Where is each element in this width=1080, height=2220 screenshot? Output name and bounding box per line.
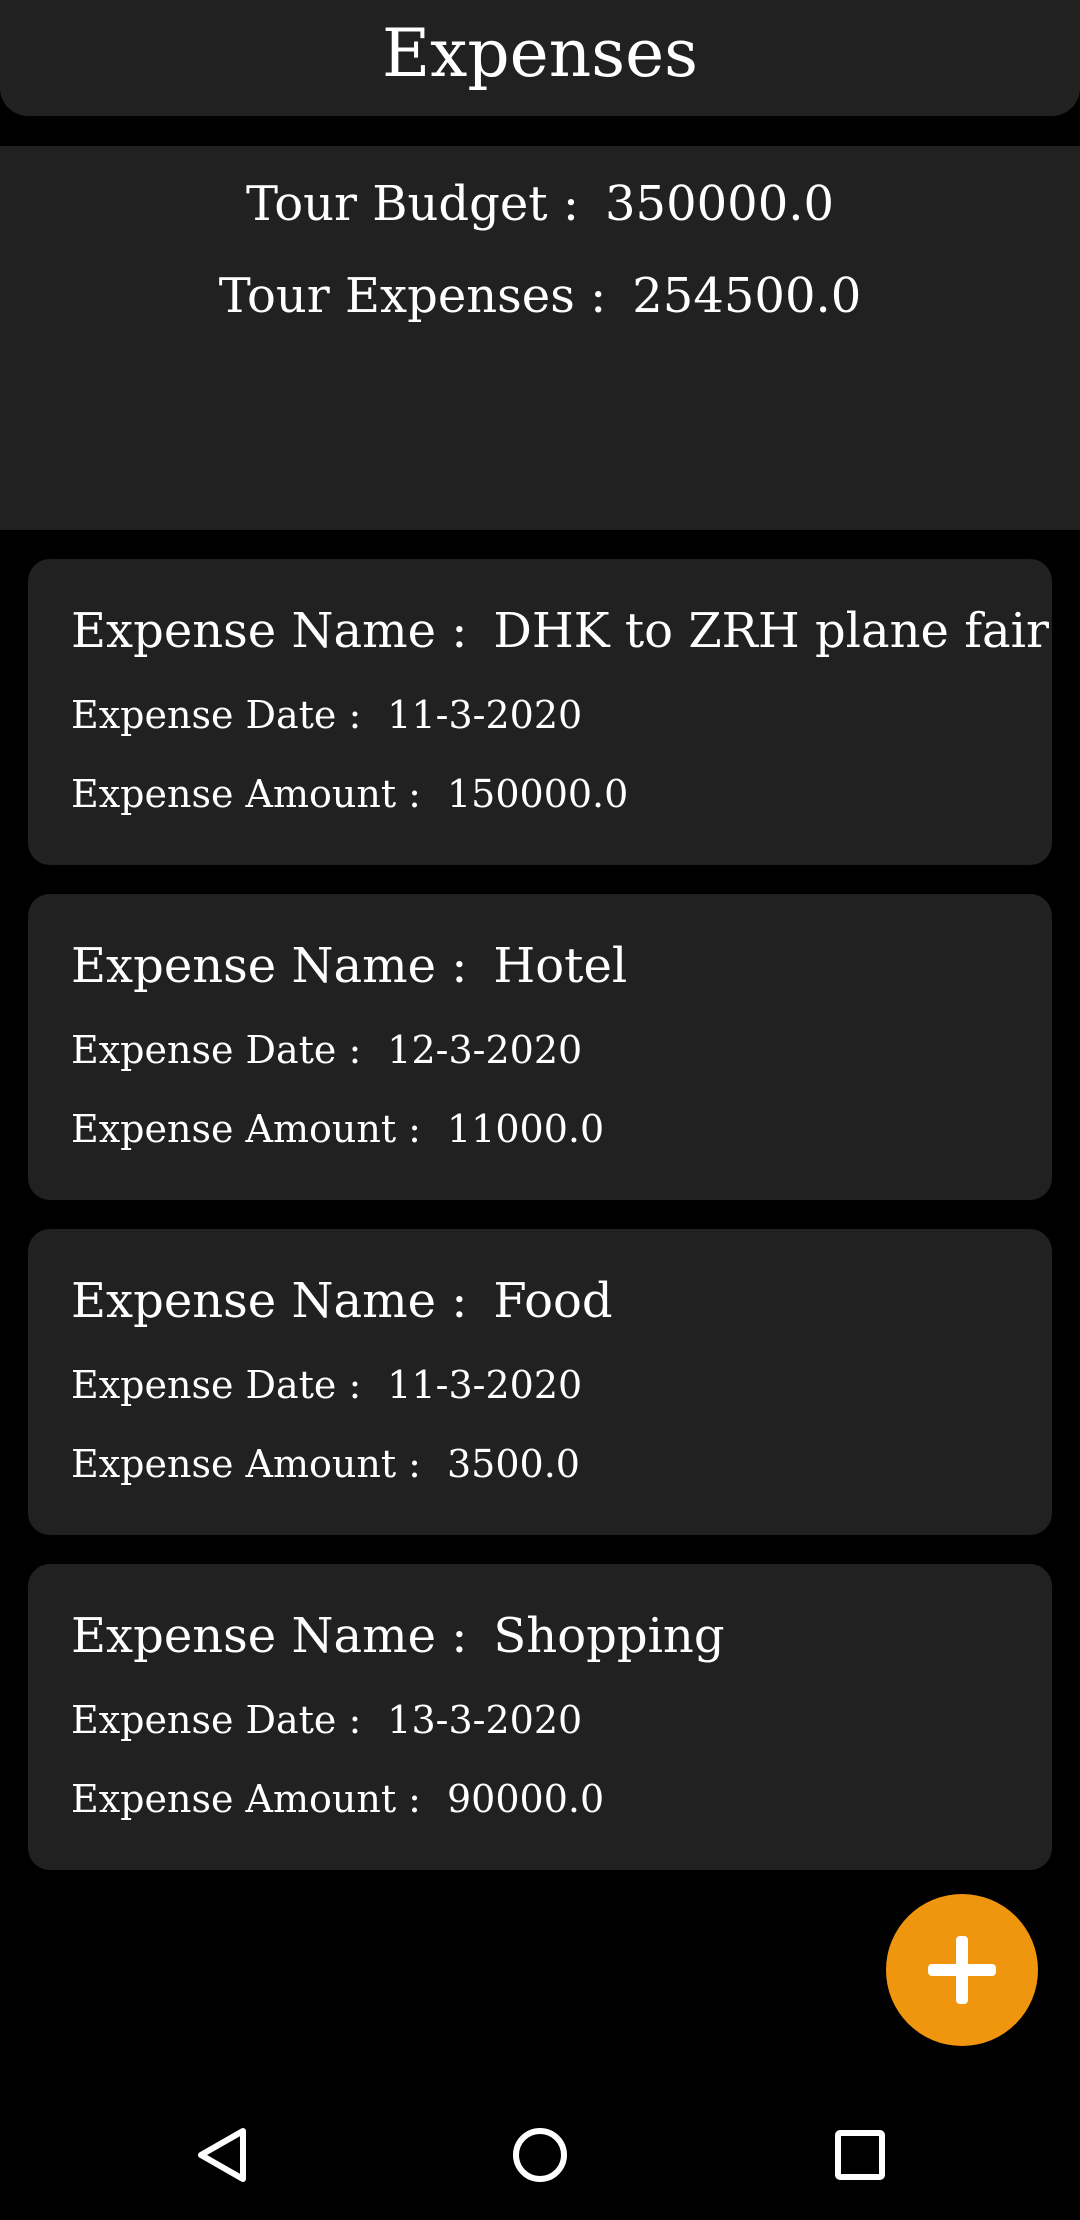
expense-name-row: Expense Name : Hotel bbox=[71, 938, 627, 994]
home-circle-icon bbox=[513, 2128, 567, 2182]
expense-date-label: Expense Date : bbox=[71, 1698, 362, 1742]
app-bar: Expenses bbox=[0, 0, 1080, 116]
tour-budget-row: Tour Budget : 350000.0 bbox=[0, 176, 1080, 232]
expense-date-label: Expense Date : bbox=[71, 1028, 362, 1072]
expense-date-label: Expense Date : bbox=[71, 1363, 362, 1407]
expense-amount-label: Expense Amount : bbox=[71, 1777, 421, 1821]
expense-amount-value: 90000.0 bbox=[446, 1777, 605, 1821]
home-button[interactable] bbox=[480, 2090, 600, 2220]
tour-expenses-row: Tour Expenses : 254500.0 bbox=[0, 268, 1080, 324]
expense-card[interactable]: Expense Name : Food Expense Date : 11-3-20… bbox=[28, 1229, 1052, 1535]
tour-summary-panel: Tour Budget : 350000.0 Tour Expenses : 254… bbox=[0, 146, 1080, 530]
expense-name-value: Hotel bbox=[493, 938, 628, 994]
expense-amount-value: 11000.0 bbox=[446, 1107, 605, 1151]
expense-card[interactable]: Expense Name : Hotel Expense Date : 12-3-2… bbox=[28, 894, 1052, 1200]
expense-date-value: 12-3-2020 bbox=[387, 1028, 583, 1072]
expense-card[interactable]: Expense Name : DHK to ZRH plane fair Expe… bbox=[28, 559, 1052, 865]
expense-date-value: 11-3-2020 bbox=[387, 693, 583, 737]
tour-budget-label: Tour Budget : bbox=[245, 176, 580, 232]
expense-date-row: Expense Date : 13-3-2020 bbox=[71, 1698, 582, 1742]
expense-amount-label: Expense Amount : bbox=[71, 1442, 421, 1486]
expense-name-label: Expense Name : bbox=[71, 603, 468, 659]
expense-date-value: 13-3-2020 bbox=[387, 1698, 583, 1742]
expense-amount-row: Expense Amount : 11000.0 bbox=[71, 1107, 604, 1151]
expense-date-value: 11-3-2020 bbox=[387, 1363, 583, 1407]
tour-expenses-label: Tour Expenses : bbox=[218, 268, 607, 324]
expense-date-row: Expense Date : 12-3-2020 bbox=[71, 1028, 582, 1072]
expense-name-label: Expense Name : bbox=[71, 1273, 468, 1329]
system-navigation-bar bbox=[0, 2090, 1080, 2220]
expense-name-row: Expense Name : Shopping bbox=[71, 1608, 725, 1664]
expense-name-value: Shopping bbox=[493, 1608, 725, 1664]
recents-square-icon bbox=[835, 2130, 885, 2180]
expense-name-value: Food bbox=[493, 1273, 613, 1329]
page-title: Expenses bbox=[381, 15, 698, 92]
expense-card[interactable]: Expense Name : Shopping Expense Date : 13-… bbox=[28, 1564, 1052, 1870]
expense-name-row: Expense Name : Food bbox=[71, 1273, 613, 1329]
tour-budget-value: 350000.0 bbox=[605, 176, 835, 232]
expense-name-label: Expense Name : bbox=[71, 1608, 468, 1664]
recents-button[interactable] bbox=[800, 2090, 920, 2220]
expense-name-value: DHK to ZRH plane fair bbox=[493, 603, 1049, 659]
expense-amount-value: 3500.0 bbox=[446, 1442, 580, 1486]
add-expense-button[interactable] bbox=[886, 1894, 1038, 2046]
expense-date-label: Expense Date : bbox=[71, 693, 362, 737]
expense-name-row: Expense Name : DHK to ZRH plane fair bbox=[71, 603, 1049, 659]
expense-date-row: Expense Date : 11-3-2020 bbox=[71, 693, 582, 737]
back-triangle-icon bbox=[198, 2128, 246, 2182]
expense-date-row: Expense Date : 11-3-2020 bbox=[71, 1363, 582, 1407]
expense-amount-row: Expense Amount : 3500.0 bbox=[71, 1442, 580, 1486]
expense-amount-value: 150000.0 bbox=[446, 772, 629, 816]
expense-amount-label: Expense Amount : bbox=[71, 1107, 421, 1151]
expense-amount-label: Expense Amount : bbox=[71, 772, 421, 816]
tour-expenses-value: 254500.0 bbox=[632, 268, 862, 324]
expense-amount-row: Expense Amount : 90000.0 bbox=[71, 1777, 604, 1821]
expense-name-label: Expense Name : bbox=[71, 938, 468, 994]
back-button[interactable] bbox=[161, 2090, 281, 2220]
expense-amount-row: Expense Amount : 150000.0 bbox=[71, 772, 628, 816]
